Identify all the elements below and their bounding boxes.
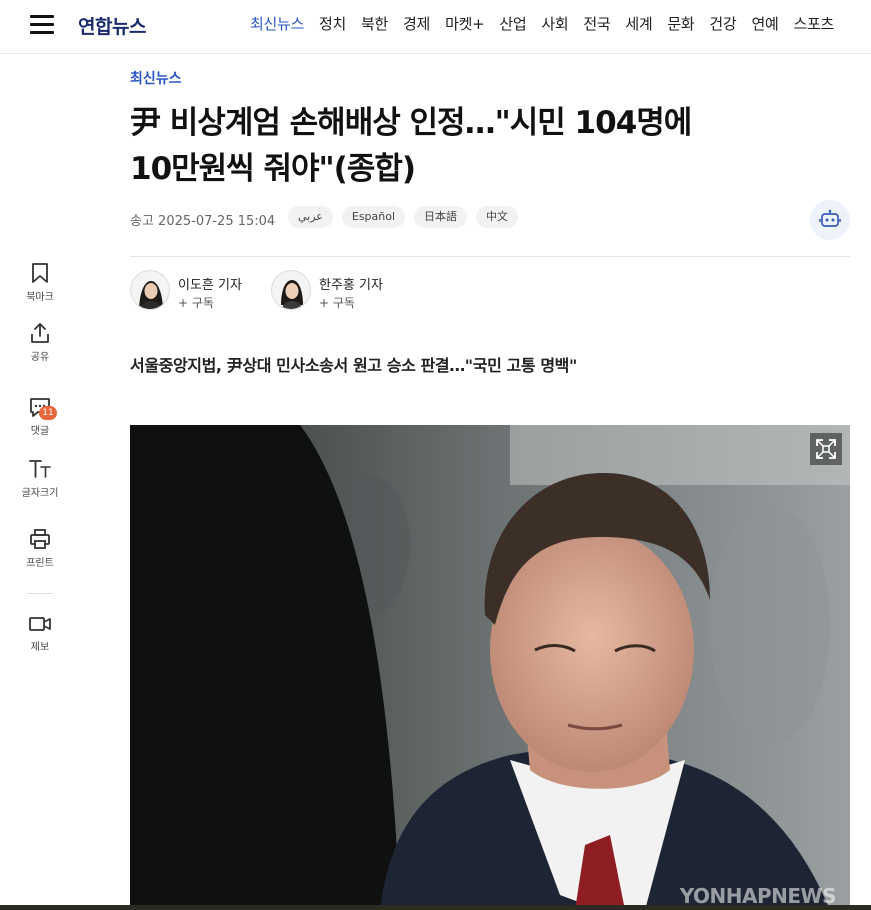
headline-line-2: 10만원씩 줘야"(종합) (130, 151, 416, 187)
share-button[interactable]: 공유 (0, 322, 80, 363)
nav-item-culture[interactable]: 문화 (667, 13, 694, 34)
language-options: عربي Español 日本語 中文 (288, 206, 519, 228)
section-label[interactable]: 최신뉴스 (130, 68, 182, 88)
headline-line-1: 尹 비상계엄 손해배상 인정…"시민 104명에 (130, 105, 692, 141)
comment-count-badge: 11 (39, 406, 57, 420)
printer-icon (30, 529, 50, 549)
subscribe-button[interactable]: + 구독 (319, 294, 355, 311)
publish-timestamp: 송고 2025-07-25 15:04 (130, 214, 276, 229)
article-subheadline: 서울중앙지법, 尹상대 민사소송서 원고 승소 판결…"국민 고통 명백" (130, 356, 577, 375)
print-button[interactable]: 프린트 (0, 528, 80, 569)
video-camera-icon (29, 617, 51, 631)
nav-item-world[interactable]: 세계 (625, 13, 652, 34)
language-pill-japanese[interactable]: 日本語 (414, 206, 468, 228)
report-label: 제보 (30, 642, 50, 653)
font-size-button[interactable]: 글자크기 (0, 458, 80, 499)
menu-icon[interactable] (30, 15, 54, 35)
photo-illustration (130, 425, 850, 910)
print-label: 프린트 (26, 558, 54, 569)
site-logo[interactable]: 연합뉴스 (78, 12, 146, 39)
main-nav: 최신뉴스 정치 북한 경제 마켓+ 산업 사회 전국 세계 문화 건강 연예 스… (250, 13, 849, 34)
bookmark-label: 북마크 (26, 292, 54, 303)
nav-item-economy[interactable]: 경제 (403, 13, 430, 34)
expand-photo-button[interactable] (810, 433, 842, 465)
reporter-avatar[interactable] (271, 270, 311, 310)
comments-label: 댓글 (30, 426, 50, 437)
nav-item-nationwide[interactable]: 전국 (583, 13, 610, 34)
robot-icon (819, 209, 841, 227)
nav-item-health[interactable]: 건강 (709, 13, 736, 34)
bookmark-icon (32, 263, 48, 283)
expand-icon (816, 439, 836, 459)
top-navigation-bar: 연합뉴스 최신뉴스 정치 북한 경제 마켓+ 산업 사회 전국 세계 문화 건강… (0, 0, 871, 54)
subscribe-button[interactable]: + 구독 (178, 294, 214, 311)
font-size-label: 글자크기 (21, 488, 59, 499)
bottom-bar (0, 905, 871, 910)
header-divider (130, 256, 850, 257)
rail-divider (27, 593, 53, 594)
language-pill-arabic[interactable]: عربي (288, 206, 333, 228)
nav-item-politics[interactable]: 정치 (319, 13, 346, 34)
ai-assistant-button[interactable] (810, 200, 850, 240)
report-button[interactable]: 제보 (0, 614, 80, 653)
article-photo[interactable]: YONHAPNEWS (130, 425, 850, 910)
nav-item-sports[interactable]: 스포츠 (793, 13, 834, 34)
comments-button[interactable]: 11 댓글 (0, 396, 80, 437)
share-icon (31, 323, 49, 343)
share-label: 공유 (30, 352, 50, 363)
nav-item-market[interactable]: 마켓+ (445, 13, 485, 34)
reporter-name[interactable]: 이도흔 기자 (178, 274, 242, 293)
article-headline: 尹 비상계엄 손해배상 인정…"시민 104명에 10만원씩 줘야"(종합) (130, 100, 780, 192)
nav-item-society[interactable]: 사회 (541, 13, 568, 34)
nav-item-entertainment[interactable]: 연예 (751, 13, 778, 34)
nav-item-industry[interactable]: 산업 (499, 13, 526, 34)
nav-item-north-korea[interactable]: 북한 (361, 13, 388, 34)
reporter-avatar[interactable] (130, 270, 170, 310)
text-size-icon (29, 460, 51, 478)
language-pill-chinese[interactable]: 中文 (476, 206, 519, 228)
nav-item-latest[interactable]: 최신뉴스 (250, 13, 304, 34)
reporter-name[interactable]: 한주홍 기자 (319, 274, 383, 293)
language-pill-spanish[interactable]: Español (341, 206, 406, 228)
bookmark-button[interactable]: 북마크 (0, 262, 80, 303)
